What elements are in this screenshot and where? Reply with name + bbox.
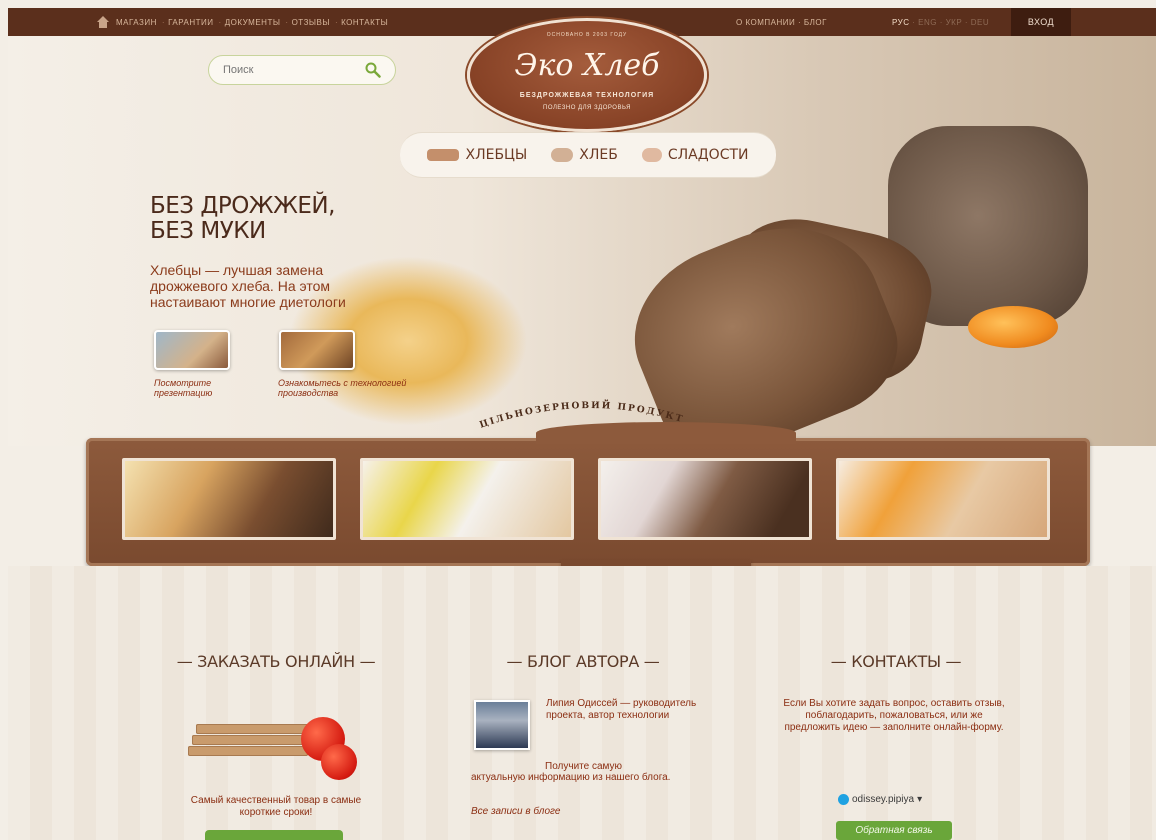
order-online-title: — ЗАКАЗАТЬ ОНЛАЙН — bbox=[176, 652, 376, 671]
skype-contact[interactable]: odissey.pipiya ▾ bbox=[838, 794, 922, 805]
nav-link-documents[interactable]: ДОКУМЕНТЫ bbox=[225, 18, 281, 27]
nav-separator: · bbox=[909, 17, 919, 27]
gallery-top-notch bbox=[536, 422, 796, 444]
blog-description: Получите самую актуальную информацию из … bbox=[471, 761, 691, 783]
order-button[interactable] bbox=[205, 830, 343, 840]
category-label: ХЛЕБ bbox=[579, 147, 618, 163]
gallery-photo-crispbread-apricot[interactable] bbox=[836, 458, 1050, 540]
tomato-image bbox=[321, 744, 357, 780]
logo-since-text: ОСНОВАНО В 2003 ГОДУ bbox=[546, 32, 628, 38]
hero-subtitle: Хлебцы — лучшая замена дрожжевого хлеба.… bbox=[150, 262, 346, 310]
crispbread-icon bbox=[427, 149, 460, 161]
search-input[interactable] bbox=[223, 64, 343, 76]
category-menu: ХЛЕБЦЫ ХЛЕБ СЛАДОСТИ bbox=[400, 132, 776, 178]
lang-de[interactable]: DEU bbox=[971, 18, 989, 27]
nav-separator: · bbox=[161, 17, 166, 27]
feedback-button[interactable]: Обратная связь bbox=[836, 821, 952, 840]
nav-link-guarantees[interactable]: ГАРАНТИИ bbox=[168, 18, 213, 27]
nav-separator: · bbox=[218, 17, 222, 27]
lang-en[interactable]: ENG bbox=[918, 18, 937, 27]
technology-thumbnail[interactable] bbox=[279, 330, 355, 370]
language-switcher: РУС · ENG · УКР · DEU bbox=[892, 18, 989, 27]
hero-title-line: БЕЗ ДРОЖЖЕЙ, bbox=[150, 193, 335, 219]
lang-ru[interactable]: РУС bbox=[892, 18, 910, 27]
category-label: СЛАДОСТИ bbox=[667, 147, 749, 163]
login-button[interactable]: ВХОД bbox=[1011, 8, 1071, 36]
hero-title: БЕЗ ДРОЖЖЕЙ, БЕЗ МУКИ bbox=[150, 194, 430, 244]
skype-username: odissey.pipiya bbox=[852, 794, 915, 805]
dried-apricot-image bbox=[968, 306, 1058, 348]
presentation-thumbnail[interactable] bbox=[154, 330, 230, 370]
search-icon[interactable] bbox=[365, 62, 381, 78]
chevron-down-icon: ▾ bbox=[917, 794, 923, 805]
home-icon[interactable] bbox=[96, 16, 110, 28]
nav-link-contacts[interactable]: КОНТАКТЫ bbox=[341, 18, 388, 27]
nav-link-about[interactable]: О КОМПАНИИ bbox=[736, 18, 795, 27]
nav-separator: · bbox=[795, 17, 804, 27]
nav-separator: · bbox=[285, 17, 289, 27]
order-description: Самый качественный товар в самые коротки… bbox=[190, 795, 362, 818]
gallery-photo-bread-honey[interactable] bbox=[122, 458, 336, 540]
gallery-photo-breakfast[interactable] bbox=[360, 458, 574, 540]
nav-separator: · bbox=[962, 17, 971, 27]
nav-separator: · bbox=[334, 17, 339, 27]
category-crispbread[interactable]: ХЛЕБЦЫ bbox=[427, 147, 527, 163]
nav-link-reviews[interactable]: ОТЗЫВЫ bbox=[292, 18, 330, 27]
logo-tagline: БЕЗДРОЖЖЕВАЯ ТЕХНОЛОГИЯ bbox=[519, 92, 655, 99]
logo-subtagline: ПОЛЕЗНО ДЛЯ ЗДОРОВЬЯ bbox=[543, 105, 631, 111]
crispbread-slab bbox=[188, 746, 308, 756]
site-logo[interactable]: ОСНОВАНО В 2003 ГОДУ Эко Хлеб БЕЗДРОЖЖЕВ… bbox=[467, 18, 707, 132]
top-nav-left: МАГАЗИН · ГАРАНТИИ · ДОКУМЕНТЫ · ОТЗЫВЫ · КО… bbox=[116, 18, 390, 27]
author-avatar[interactable] bbox=[474, 700, 530, 750]
nav-link-blog[interactable]: БЛОГ bbox=[804, 18, 827, 27]
photo-gallery bbox=[86, 422, 1090, 598]
nav-link-shop[interactable]: МАГАЗИН bbox=[116, 18, 157, 27]
gallery-photo-muffins[interactable] bbox=[598, 458, 812, 540]
presentation-link[interactable]: Посмотрите презентацию bbox=[154, 378, 244, 398]
crispbread-tomato-image bbox=[186, 702, 366, 782]
blog-author-info: Липия Одиссей — руководитель проекта, ав… bbox=[546, 698, 697, 721]
lang-ua[interactable]: УКР bbox=[946, 18, 963, 27]
sweets-icon bbox=[641, 148, 662, 162]
category-label: ХЛЕБЦЫ bbox=[465, 147, 528, 163]
category-sweets[interactable]: СЛАДОСТИ bbox=[641, 147, 749, 163]
contacts-description: Если Вы хотите задать вопрос, оставить о… bbox=[783, 698, 1005, 733]
category-bread[interactable]: ХЛЕБ bbox=[551, 147, 618, 163]
bread-icon bbox=[551, 148, 574, 162]
technology-link[interactable]: Ознакомьтесь с технологией производства bbox=[278, 378, 448, 398]
blog-description-line: Получите самую bbox=[545, 761, 623, 772]
logo-brand-name: Эко Хлеб bbox=[514, 48, 660, 83]
all-blog-posts-link[interactable]: Все записи в блоге bbox=[471, 806, 560, 817]
author-blog-title: — БЛОГ АВТОРА — bbox=[506, 652, 660, 671]
contacts-title: — КОНТАКТЫ — bbox=[830, 652, 962, 671]
crispbread-slab bbox=[196, 724, 316, 734]
nav-separator: · bbox=[936, 17, 946, 27]
top-nav-right: О КОМПАНИИ · БЛОГ bbox=[736, 18, 827, 27]
hero-title-line: БЕЗ МУКИ bbox=[150, 218, 266, 244]
blog-description-rest: актуальную информацию из нашего блога. bbox=[471, 772, 671, 783]
search-box[interactable] bbox=[208, 55, 396, 85]
crispbread-slab bbox=[192, 735, 312, 745]
skype-icon bbox=[838, 794, 849, 805]
